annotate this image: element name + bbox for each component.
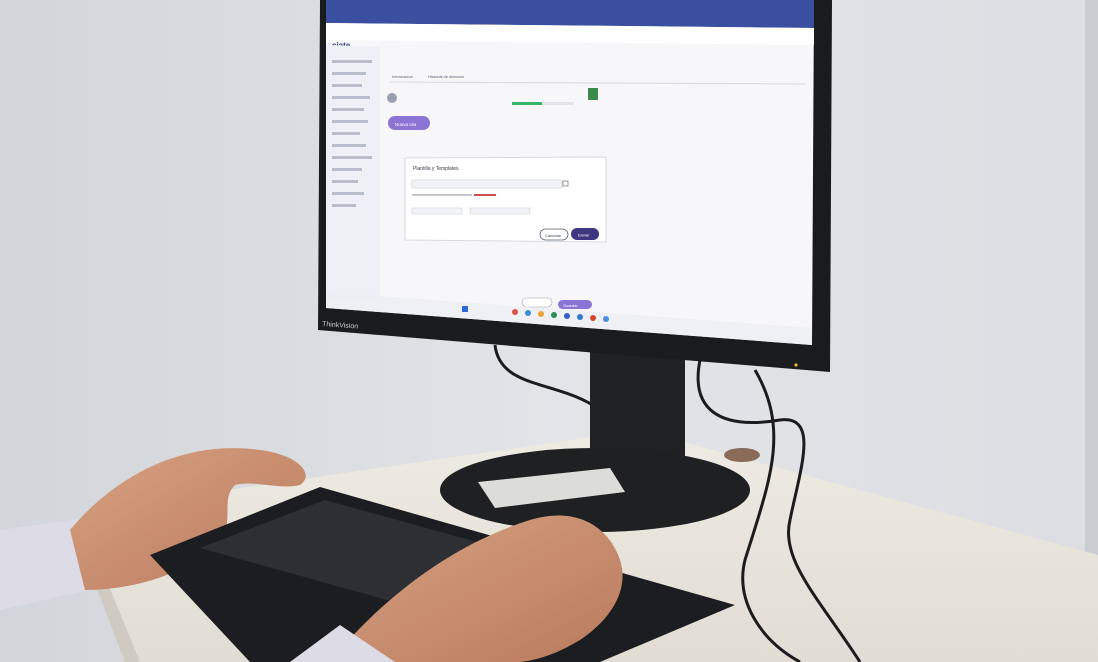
send-label: Enviar: [578, 233, 590, 238]
app-icon[interactable]: [551, 312, 557, 318]
wall-corner: [1085, 0, 1098, 560]
sidebar-item[interactable]: [332, 120, 368, 123]
sidebar-item[interactable]: [332, 144, 366, 147]
start-icon[interactable]: [462, 306, 468, 312]
sidebar-item[interactable]: [332, 60, 372, 63]
app-sidebar: [326, 45, 380, 300]
secondary-bottom-button[interactable]: [521, 297, 553, 308]
app-icon[interactable]: [564, 313, 570, 319]
app-icon[interactable]: [603, 316, 609, 322]
template-select[interactable]: [411, 179, 563, 189]
sidebar-item[interactable]: [332, 108, 364, 111]
dialog-title: Plantilla y Templates: [413, 166, 459, 172]
new-appointment-label: Nueva cita: [395, 122, 417, 127]
app-icon[interactable]: [590, 315, 596, 321]
app-icon[interactable]: [525, 310, 531, 316]
save-label: Guardar: [563, 303, 578, 308]
status-badge: [588, 88, 598, 100]
dialog-line-red: [474, 194, 496, 196]
sidebar-item[interactable]: [332, 132, 360, 135]
power-led: [794, 363, 798, 367]
cancel-label: Cancelar: [545, 233, 562, 238]
sidebar-item[interactable]: [332, 96, 370, 99]
sidebar-item[interactable]: [332, 204, 356, 207]
tab-informacion[interactable]: Informacion: [392, 74, 413, 79]
app-icon[interactable]: [538, 311, 544, 317]
photo-scene: ciate Informacion Historial de atencion …: [0, 0, 1098, 662]
sidebar-item[interactable]: [332, 72, 366, 75]
sidebar-item[interactable]: [332, 192, 364, 195]
progress-fill: [512, 102, 542, 105]
app-icon[interactable]: [577, 314, 583, 320]
sidebar-item[interactable]: [332, 168, 362, 171]
time-field[interactable]: [469, 207, 531, 215]
template-dialog: Plantilla y Templates Cancelar Enviar: [404, 156, 607, 243]
dialog-line: [412, 194, 472, 196]
cable-clip: [724, 448, 760, 462]
avatar: [387, 93, 397, 103]
tab-historial[interactable]: Historial de atencion: [428, 74, 464, 79]
sidebar-item[interactable]: [332, 180, 358, 183]
sidebar-item[interactable]: [332, 84, 362, 87]
date-field[interactable]: [411, 207, 463, 215]
sidebar-item[interactable]: [332, 156, 372, 159]
app-icon[interactable]: [512, 309, 518, 315]
